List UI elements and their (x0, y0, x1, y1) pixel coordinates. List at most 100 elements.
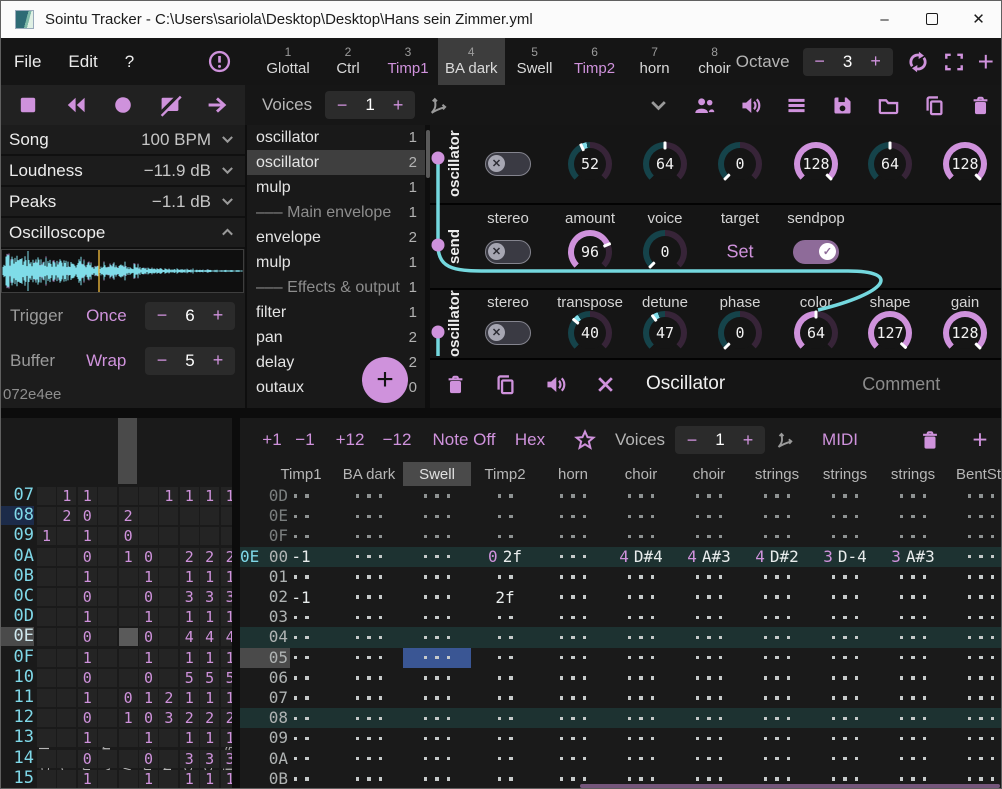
order-cell[interactable] (119, 669, 138, 687)
knob-param[interactable]: 128 (794, 142, 838, 186)
order-cell[interactable] (37, 750, 56, 768)
order-cell[interactable]: 1 (221, 487, 232, 505)
order-cell[interactable]: 0 (78, 709, 97, 727)
pattern-cell[interactable] (471, 567, 539, 587)
split-voices-icon[interactable] (775, 430, 795, 450)
target-button[interactable]: Set (726, 242, 753, 262)
plus-icon[interactable]: + (978, 52, 994, 72)
pattern-cell[interactable] (743, 668, 811, 688)
pattern-cell[interactable] (267, 668, 335, 688)
pattern-cell[interactable] (743, 749, 811, 769)
order-cell[interactable]: 2 (200, 548, 219, 566)
order-cell[interactable] (159, 729, 178, 747)
split-voices-icon[interactable] (428, 95, 449, 116)
pattern-cell[interactable] (335, 688, 403, 708)
pattern-cell[interactable] (947, 547, 1002, 567)
trash-icon[interactable] (969, 94, 992, 117)
pattern-cell[interactable] (675, 688, 743, 708)
order-cell[interactable] (180, 507, 199, 525)
pattern-cell[interactable] (675, 486, 743, 506)
unit-list-item[interactable]: mulp1 (247, 175, 425, 200)
pattern-cell[interactable] (743, 627, 811, 647)
pattern-track-header-strings[interactable]: strings (811, 462, 879, 486)
order-cell[interactable]: 3 (180, 588, 199, 606)
pattern-cell[interactable] (267, 607, 335, 627)
pattern-cell[interactable] (539, 607, 607, 627)
order-cell[interactable]: 0 (78, 669, 97, 687)
side-row-loudness[interactable]: Loudness−11.9 dB (0, 156, 245, 187)
order-cell[interactable] (159, 527, 178, 545)
pattern-cell[interactable] (607, 749, 675, 769)
pattern-cell[interactable]: 4D#4 (607, 547, 675, 567)
pattern-cell[interactable] (403, 769, 471, 789)
pattern-tool-hex[interactable]: Hex (515, 430, 545, 450)
pattern-cell[interactable] (743, 688, 811, 708)
pattern-cell[interactable] (675, 607, 743, 627)
pattern-cell[interactable]: 3A#3 (879, 547, 947, 567)
order-row-number[interactable]: 14 (0, 749, 34, 768)
order-row-number[interactable]: 0B (0, 567, 34, 586)
order-cell[interactable]: 1 (159, 487, 178, 505)
order-cell[interactable]: 2 (57, 507, 76, 525)
order-cell[interactable]: 1 (221, 689, 232, 707)
pattern-cell[interactable] (607, 627, 675, 647)
pattern-cell[interactable] (879, 708, 947, 728)
pattern-cell[interactable] (947, 486, 1002, 506)
pattern-cell[interactable] (947, 587, 1002, 607)
order-cell[interactable] (119, 750, 138, 768)
order-cell[interactable]: 1 (78, 729, 97, 747)
pattern-cell[interactable] (675, 728, 743, 748)
pattern-cell[interactable] (267, 749, 335, 769)
order-cell[interactable] (119, 608, 138, 626)
order-row-number[interactable]: 0A (0, 547, 34, 566)
order-cell[interactable] (159, 548, 178, 566)
order-cell[interactable] (57, 527, 76, 545)
order-cell[interactable] (57, 628, 76, 646)
order-cell[interactable] (98, 628, 117, 646)
pattern-cell[interactable] (335, 769, 403, 789)
menu-item-edit[interactable]: Edit (68, 52, 97, 72)
solo-unit-icon[interactable] (544, 373, 567, 396)
pattern-cell[interactable] (675, 587, 743, 607)
order-cell[interactable] (139, 487, 158, 505)
order-cell[interactable] (57, 568, 76, 586)
pattern-cell[interactable] (607, 607, 675, 627)
order-cell[interactable] (37, 770, 56, 788)
order-cell[interactable]: 2 (180, 709, 199, 727)
pattern-cell[interactable] (811, 607, 879, 627)
pattern-cell[interactable] (811, 708, 879, 728)
pattern-cell[interactable] (811, 688, 879, 708)
trigger-mode-button[interactable]: Once (86, 306, 145, 326)
side-row-song[interactable]: Song100 BPM (0, 125, 245, 156)
order-cell[interactable] (119, 729, 138, 747)
unit-list-item[interactable]: ––– Effects & output1 (247, 275, 425, 300)
pattern-cell[interactable] (335, 728, 403, 748)
order-cell[interactable]: 1 (200, 729, 219, 747)
pattern-cell[interactable] (811, 506, 879, 526)
order-cell[interactable] (37, 568, 56, 586)
pattern-cell[interactable] (607, 708, 675, 728)
pattern-cell[interactable] (403, 506, 471, 526)
pattern-cell[interactable] (539, 708, 607, 728)
pattern-cell[interactable] (947, 708, 1002, 728)
order-cell[interactable]: 5 (200, 669, 219, 687)
order-cell[interactable]: 2 (119, 507, 138, 525)
pattern-cell[interactable] (471, 769, 539, 789)
pattern-cell[interactable] (811, 668, 879, 688)
octave-decrement-button[interactable]: − (807, 51, 833, 72)
order-row-number[interactable]: 0D (0, 607, 34, 626)
unit-list-item[interactable]: oscillator2 (247, 150, 425, 175)
order-cell[interactable] (98, 770, 117, 788)
order-cell[interactable]: 5 (221, 669, 232, 687)
order-row-number[interactable]: 15 (0, 769, 34, 788)
pattern-cell[interactable] (879, 627, 947, 647)
order-cell[interactable]: 1 (200, 770, 219, 788)
pattern-cell[interactable] (607, 526, 675, 546)
pattern-cell[interactable]: 4A#3 (675, 547, 743, 567)
pattern-cell[interactable] (879, 668, 947, 688)
pattern-cell[interactable] (811, 567, 879, 587)
trash-icon[interactable] (919, 429, 942, 452)
order-cell[interactable] (57, 750, 76, 768)
order-cell[interactable] (37, 669, 56, 687)
order-cell[interactable]: 3 (180, 750, 199, 768)
